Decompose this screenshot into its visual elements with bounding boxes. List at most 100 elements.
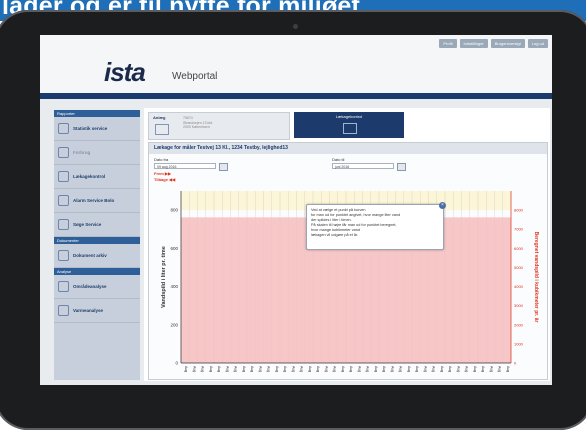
sidebar-item-label: Søge Service [73, 222, 102, 227]
x-tick-label: Aug [250, 366, 254, 372]
tooltip-line: lækagen vil udgøre på et år. [311, 233, 359, 237]
x-tick-label: Aug [407, 366, 411, 372]
tab-laekagekontrol[interactable]: Lækagekontrol [294, 112, 404, 138]
sidebar-item-label: Statistik service [73, 126, 108, 131]
y-tick-label-left: 200 [170, 322, 178, 327]
tab-address: 75674 Strandvejen 13 kld. 2000 København [183, 116, 213, 129]
x-tick-label: Aug [333, 366, 337, 372]
x-tick-label: Aug [209, 366, 213, 372]
x-tick-label: Aug [423, 366, 427, 372]
close-icon[interactable]: × [439, 202, 446, 209]
y-tick-label-right: 2000 [514, 322, 524, 327]
y-tick-label-right: 5000 [514, 265, 524, 270]
sidebar-item-soege[interactable]: Søge Service [54, 213, 140, 237]
meter-icon [58, 147, 69, 158]
x-tick-label: Aug [308, 366, 312, 372]
sidebar-item-laekagekontrol[interactable]: Lækagekontrol [54, 165, 140, 189]
x-tick-label: Aug [324, 366, 328, 372]
analysis-icon [58, 305, 69, 316]
tab-title: Lækagekontrol [335, 114, 363, 119]
date-to-field[interactable]: juni 2016 [332, 163, 394, 169]
calendar-icon[interactable] [397, 163, 406, 171]
main-content: Anlæg 75674 Strandvejen 13 kld. 2000 Køb… [144, 108, 550, 381]
sidebar-item-alarm[interactable]: Alarm Service Bolo [54, 189, 140, 213]
analysis-icon [58, 281, 69, 292]
x-tick-label: Aug [465, 366, 469, 372]
tab-anlaeg[interactable]: Anlæg 75674 Strandvejen 13 kld. 2000 Køb… [148, 112, 290, 140]
x-tick-label: Aug [506, 366, 510, 372]
x-tick-label: Aug [258, 366, 262, 372]
nav-logout-button[interactable]: Log ud [527, 39, 548, 48]
frem-link[interactable]: Frem ▶▶ [154, 171, 171, 176]
y-tick-label-left: 400 [170, 284, 178, 289]
sidebar: Rapporter Statistik service Forbrug Læka… [54, 110, 140, 380]
tab-bar: Anlæg 75674 Strandvejen 13 kld. 2000 Køb… [148, 112, 540, 140]
header: ista Webportal Profil Indstillinger Brug… [40, 35, 552, 93]
x-tick-label: Aug [341, 366, 345, 372]
nav-brugeroversigt-button[interactable]: Brugeroversigt [490, 39, 525, 48]
drop-icon [58, 171, 69, 182]
sidebar-item-varmeanalyse[interactable]: Varmeanalyse [54, 299, 140, 323]
x-tick-label: Aug [448, 366, 452, 372]
sidebar-header-dokumenter: Dokumenter [54, 237, 140, 244]
sidebar-item-forbrug[interactable]: Forbrug [54, 141, 140, 165]
tilbage-link[interactable]: Tilbage ◀◀ [154, 177, 175, 182]
date-from-label: Dato fra [154, 157, 169, 162]
x-tick-label: Aug [473, 366, 477, 372]
chart-icon [58, 123, 69, 134]
x-tick-label: Aug [234, 366, 238, 372]
x-tick-label: Aug [489, 366, 493, 372]
x-tick-label: Aug [432, 366, 436, 372]
sidebar-item-omraadeanalyse[interactable]: Områdeanalyse [54, 275, 140, 299]
sidebar-item-dokument-arkiv[interactable]: Dokument arkiv [54, 244, 140, 268]
alarm-icon [58, 195, 69, 206]
nav-indstillinger-button[interactable]: Indstillinger [459, 39, 488, 48]
x-tick-label: Aug [349, 366, 353, 372]
chart-tooltip: × Ved at vælge et punkt på kurven for ma… [306, 202, 446, 250]
x-tick-label: Aug [300, 366, 304, 372]
house-icon [155, 124, 169, 135]
calendar-icon[interactable] [219, 163, 228, 171]
y-axis-title-right: Beregnet vandspild i kubikmeter pr. år [533, 232, 539, 323]
y-tick-label-right: 4000 [514, 284, 524, 289]
sidebar-item-label: Alarm Service Bolo [73, 198, 115, 203]
tab-title: Anlæg [153, 115, 166, 120]
x-tick-label: Aug [366, 366, 370, 372]
y-tick-label-left: 0 [175, 361, 178, 366]
x-tick-label: Aug [267, 366, 271, 372]
screen: ista Webportal Profil Indstillinger Brug… [40, 35, 552, 385]
x-tick-label: Aug [382, 366, 386, 372]
house-icon [343, 123, 357, 134]
date-to-label: Dato til [332, 157, 345, 162]
camera-icon [293, 24, 298, 29]
sidebar-item-label: Varmeanalyse [73, 308, 104, 313]
y-tick-label-left: 600 [170, 246, 178, 251]
y-tick-label-left: 800 [170, 208, 178, 213]
x-tick-label: Aug [390, 366, 394, 372]
y-tick-label-right: 6000 [514, 246, 524, 251]
portal-name: Webportal [172, 71, 218, 82]
top-navigation: Profil Indstillinger Brugeroversigt Log … [439, 39, 548, 48]
sidebar-item-label: Områdeanalyse [73, 284, 107, 289]
folder-icon [58, 250, 69, 261]
y-tick-label-right: 0 [514, 361, 517, 366]
leak-panel: Lækage for måler Testvej 13 Kl., 1234 Te… [148, 142, 548, 380]
x-tick-label: Aug [440, 366, 444, 372]
sidebar-item-statistik[interactable]: Statistik service [54, 117, 140, 141]
x-tick-label: Aug [184, 366, 188, 372]
x-tick-label: Aug [217, 366, 221, 372]
x-tick-label: Aug [399, 366, 403, 372]
x-tick-label: Aug [192, 366, 196, 372]
date-from-field[interactable]: 09 aug 2016 [154, 163, 216, 169]
sidebar-item-label: Lækagekontrol [73, 174, 106, 179]
x-tick-label: Aug [481, 366, 485, 372]
nav-profil-button[interactable]: Profil [439, 39, 457, 48]
header-bar [40, 93, 552, 99]
x-tick-label: Aug [225, 366, 229, 372]
sidebar-item-label: Dokument arkiv [73, 253, 107, 258]
y-axis-title-left: Vandspild i liter pr. time [161, 246, 167, 308]
x-tick-label: Aug [283, 366, 287, 372]
sidebar-item-label: Forbrug [73, 150, 91, 155]
x-tick-label: Aug [415, 366, 419, 372]
sidebar-header-analyse: Analyse [54, 268, 140, 275]
